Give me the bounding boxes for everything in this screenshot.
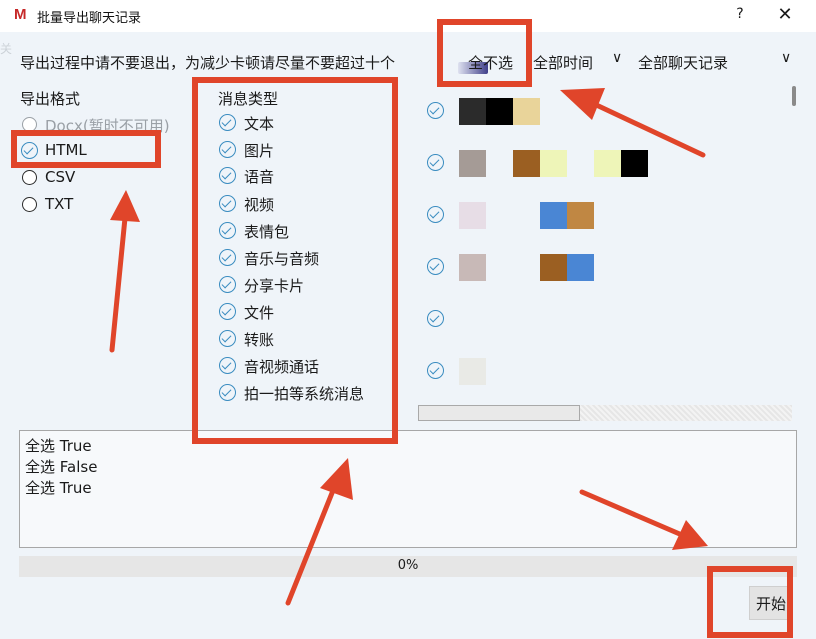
chat-avatar-pixel [486,98,513,125]
export-progress-bar: 0% [19,556,797,577]
log-line: 全选 True [25,479,92,497]
horizontal-scrollbar-thumb[interactable] [418,405,580,421]
chat-avatar-pixel [459,150,486,177]
chat-avatar-pixel [459,254,486,281]
format-option-txt[interactable]: TXT [22,194,202,216]
annotation-box-message-types [192,77,398,444]
chevron-down-icon[interactable]: ∨ [612,50,622,66]
radio-empty-icon [22,197,37,212]
title-bar: M 批量导出聊天记录 ? ✕ [0,0,816,32]
check-circle-icon[interactable] [427,102,444,119]
check-circle-icon[interactable] [427,258,444,275]
format-option-label: TXT [45,195,74,213]
chat-row[interactable] [418,93,788,133]
annotation-box-deselect [437,19,532,87]
chat-row[interactable] [418,249,788,289]
format-option-label: CSV [45,168,76,186]
chat-avatar-pixel [594,150,621,177]
chat-row[interactable] [418,301,788,341]
chat-row[interactable] [418,145,788,185]
chevron-down-icon[interactable]: ∨ [781,50,791,66]
chat-avatar-pixel [567,254,594,281]
chat-avatar-pixel [540,254,567,281]
check-circle-icon[interactable] [427,206,444,223]
export-hint-text: 导出过程中请不要退出，为减少卡顿请尽量不要超过十个 [20,54,396,72]
progress-text: 0% [397,558,419,573]
close-button[interactable]: ✕ [770,4,800,25]
chat-row[interactable] [418,353,788,393]
window-title: 批量导出聊天记录 [37,11,142,26]
log-line: 全选 True [25,437,92,455]
annotation-box-start [707,566,793,638]
chat-avatar-pixel [621,150,648,177]
chat-avatar-pixel [513,98,540,125]
chat-avatar-pixel [459,202,486,229]
chat-avatar-pixel [540,202,567,229]
chat-avatar-pixel [459,98,486,125]
chat-avatar-pixel [459,358,486,385]
check-circle-icon[interactable] [427,310,444,327]
check-circle-icon[interactable] [427,154,444,171]
time-range-dropdown[interactable]: 全部时间 [533,52,593,73]
chat-avatar-pixel [513,150,540,177]
app-logo-icon: M [14,6,27,23]
export-format-title: 导出格式 [20,90,81,108]
check-circle-icon[interactable] [427,362,444,379]
log-line: 全选 False [25,458,98,476]
chat-avatar-pixel [540,150,567,177]
annotation-box-html [11,130,161,168]
chat-range-dropdown[interactable]: 全部聊天记录 [638,52,728,73]
background-ghost-text: 关 [0,42,13,56]
log-output[interactable]: 全选 True 全选 False 全选 True [19,430,797,548]
vertical-scrollbar-thumb[interactable] [792,86,796,106]
chat-avatar-pixel [567,202,594,229]
radio-empty-icon [22,170,37,185]
chat-list [418,88,796,404]
chat-row[interactable] [418,197,788,237]
format-option-csv[interactable]: CSV [22,167,202,189]
help-button[interactable]: ? [730,6,750,22]
